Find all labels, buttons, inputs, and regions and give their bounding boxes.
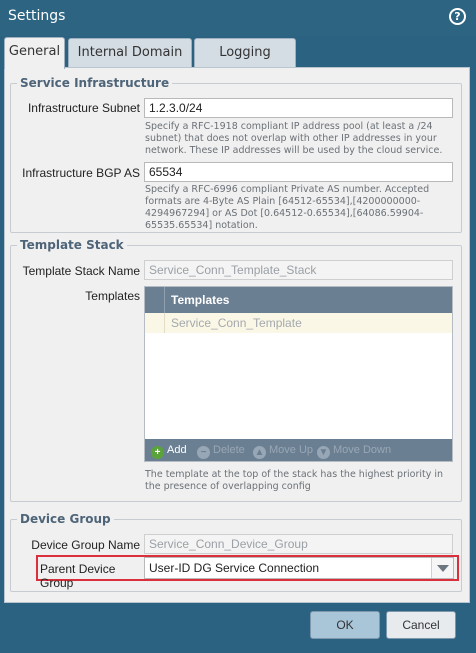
infrastructure-subnet-help: Specify a RFC-1918 compliant IP address … xyxy=(145,121,443,156)
tab-internal-domain-list[interactable]: Internal Domain List xyxy=(68,38,192,88)
add-button[interactable]: + Add xyxy=(151,442,187,459)
move-up-label: Move Up xyxy=(269,444,314,456)
template-stack-help: The template at the top of the stack has… xyxy=(145,469,444,492)
move-up-button[interactable]: ▲ Move Up xyxy=(253,442,314,459)
move-down-button[interactable]: ▼ Move Down xyxy=(317,442,392,459)
device-group-name-label: Device Group Name xyxy=(31,538,140,552)
infrastructure-bgp-as-label: Infrastructure BGP AS xyxy=(22,166,140,180)
row-select-cell[interactable] xyxy=(145,313,165,333)
template-stack-legend: Template Stack xyxy=(20,238,124,252)
tab-logging-service[interactable]: Logging Service xyxy=(194,38,296,88)
ok-button[interactable]: OK xyxy=(310,611,380,639)
templates-table-header: Templates xyxy=(145,287,452,313)
add-label: Add xyxy=(167,444,187,456)
move-down-label: Move Down xyxy=(333,444,392,456)
parent-device-group-select[interactable]: User-ID DG Service Connection xyxy=(144,557,454,579)
infrastructure-subnet-input[interactable]: 1.2.3.0/24 xyxy=(144,98,453,118)
window-title: Settings xyxy=(8,8,66,24)
infrastructure-bgp-as-help: Specify a RFC-6996 compliant Private AS … xyxy=(145,184,430,231)
template-stack-name-label: Template Stack Name xyxy=(22,264,140,278)
infrastructure-bgp-as-input[interactable]: 65534 xyxy=(144,162,453,182)
device-group-name-input: Service_Conn_Device_Group xyxy=(144,534,453,554)
templates-label: Templates xyxy=(85,289,140,303)
service-infrastructure-legend: Service Infrastructure xyxy=(20,76,170,90)
minus-icon: − xyxy=(197,446,210,459)
infrastructure-subnet-label: Infrastructure Subnet xyxy=(27,101,140,115)
chevron-down-icon xyxy=(437,565,449,572)
arrow-down-icon: ▼ xyxy=(317,446,330,459)
title-bar: Settings ? xyxy=(0,0,476,36)
templates-column-header[interactable]: Templates xyxy=(171,287,229,313)
delete-label: Delete xyxy=(213,444,245,456)
plus-icon: + xyxy=(151,446,164,459)
parent-device-group-value: User-ID DG Service Connection xyxy=(149,561,320,575)
device-group-legend: Device Group xyxy=(20,512,111,526)
dropdown-toggle[interactable] xyxy=(431,558,453,578)
table-row[interactable]: Service_Conn_Template xyxy=(145,313,452,333)
template-stack-name-input: Service_Conn_Template_Stack xyxy=(144,260,453,280)
templates-table: Templates Service_Conn_Template + Add − De… xyxy=(144,286,453,462)
delete-button[interactable]: − Delete xyxy=(197,442,245,459)
arrow-up-icon: ▲ xyxy=(253,446,266,459)
help-icon[interactable]: ? xyxy=(449,8,466,25)
select-all-column[interactable] xyxy=(145,287,165,313)
parent-device-group-label: Parent Device Group xyxy=(40,562,116,590)
cancel-button[interactable]: Cancel xyxy=(386,611,456,639)
templates-table-toolbar: + Add − Delete ▲ Move Up ▼ Move Down xyxy=(145,439,452,461)
tab-general[interactable]: General xyxy=(4,37,65,69)
template-name-cell: Service_Conn_Template xyxy=(171,316,302,330)
